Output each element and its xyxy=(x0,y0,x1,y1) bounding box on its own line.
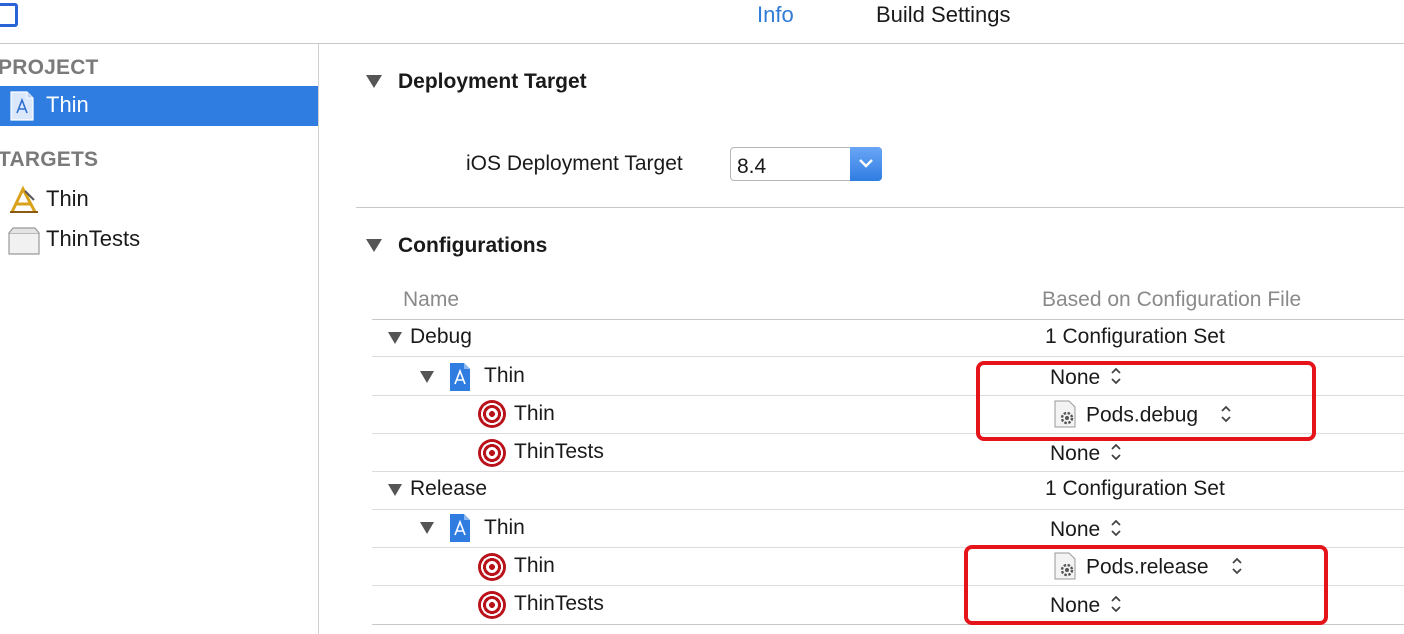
row-divider xyxy=(372,471,1404,472)
tab-info[interactable]: Info xyxy=(757,2,794,28)
debug-project-name: Thin xyxy=(484,364,525,387)
ios-deployment-target-popup[interactable]: 8.4 xyxy=(730,147,882,181)
debug-project-disclosure-icon[interactable] xyxy=(420,371,434,383)
config-release-name: Release xyxy=(410,477,488,500)
navigator-toggle-icon[interactable] xyxy=(0,3,18,27)
row-divider xyxy=(372,356,1404,357)
info-editor: Deployment Target iOS Deployment Target … xyxy=(320,44,1404,634)
annotation-highlight-debug xyxy=(976,361,1316,441)
project-header: PROJECT xyxy=(0,56,99,79)
section-separator xyxy=(356,207,1404,208)
target-icon xyxy=(478,439,506,467)
release-target-tests-name: ThinTests xyxy=(514,592,604,615)
target-icon xyxy=(478,400,506,428)
xcode-project-icon xyxy=(448,513,472,548)
debug-target-tests-config-popup[interactable]: None xyxy=(1050,442,1122,466)
release-disclosure-icon[interactable] xyxy=(388,484,402,496)
release-project-name: Thin xyxy=(484,516,525,539)
debug-target-tests-name: ThinTests xyxy=(514,440,604,463)
config-debug-name: Debug xyxy=(410,325,472,348)
config-debug-summary: 1 Configuration Set xyxy=(1045,325,1225,348)
tab-build-settings[interactable]: Build Settings xyxy=(876,2,1011,28)
sidebar-item-target-thin[interactable]: Thin xyxy=(0,180,318,220)
annotation-highlight-release xyxy=(964,545,1328,625)
ios-deployment-target-label: iOS Deployment Target xyxy=(466,152,683,175)
popup-value: None xyxy=(1050,518,1101,541)
debug-target-thin-name: Thin xyxy=(514,402,555,425)
test-bundle-icon xyxy=(8,225,40,260)
deployment-disclosure-icon[interactable] xyxy=(366,75,382,88)
column-header-based-on[interactable]: Based on Configuration File xyxy=(1042,288,1301,312)
release-target-thin-name: Thin xyxy=(514,554,555,577)
project-navigator: PROJECT Thin TARGETS Thin ThinTests xyxy=(0,44,319,634)
xcode-project-icon xyxy=(448,362,472,397)
sidebar-item-label: Thin xyxy=(46,186,89,211)
sidebar-item-target-thintests[interactable]: ThinTests xyxy=(0,220,318,260)
release-project-disclosure-icon[interactable] xyxy=(420,522,434,534)
configurations-disclosure-icon[interactable] xyxy=(366,239,382,252)
xcode-project-icon xyxy=(8,91,36,126)
header-divider xyxy=(372,319,1404,320)
release-project-config-popup[interactable]: None xyxy=(1050,518,1122,542)
configurations-section-title: Configurations xyxy=(398,234,548,257)
debug-disclosure-icon[interactable] xyxy=(388,332,402,344)
editor-tab-bar: Info Build Settings xyxy=(0,0,1404,44)
chevron-down-icon[interactable] xyxy=(850,147,882,181)
app-target-icon xyxy=(8,185,40,220)
target-icon xyxy=(478,553,506,581)
ios-deployment-target-value: 8.4 xyxy=(737,155,767,178)
deployment-section-title: Deployment Target xyxy=(398,70,587,93)
target-icon xyxy=(478,591,506,619)
popup-value: None xyxy=(1050,442,1101,465)
sidebar-item-label: ThinTests xyxy=(46,226,141,251)
sidebar-item-label: Thin xyxy=(46,92,89,117)
stepper-icon xyxy=(1110,518,1122,538)
column-header-name[interactable]: Name xyxy=(403,288,459,312)
config-release-summary: 1 Configuration Set xyxy=(1045,477,1225,500)
stepper-icon xyxy=(1110,442,1122,462)
row-divider xyxy=(372,509,1404,510)
targets-header: TARGETS xyxy=(0,148,99,171)
sidebar-item-project-thin[interactable]: Thin xyxy=(0,86,318,126)
